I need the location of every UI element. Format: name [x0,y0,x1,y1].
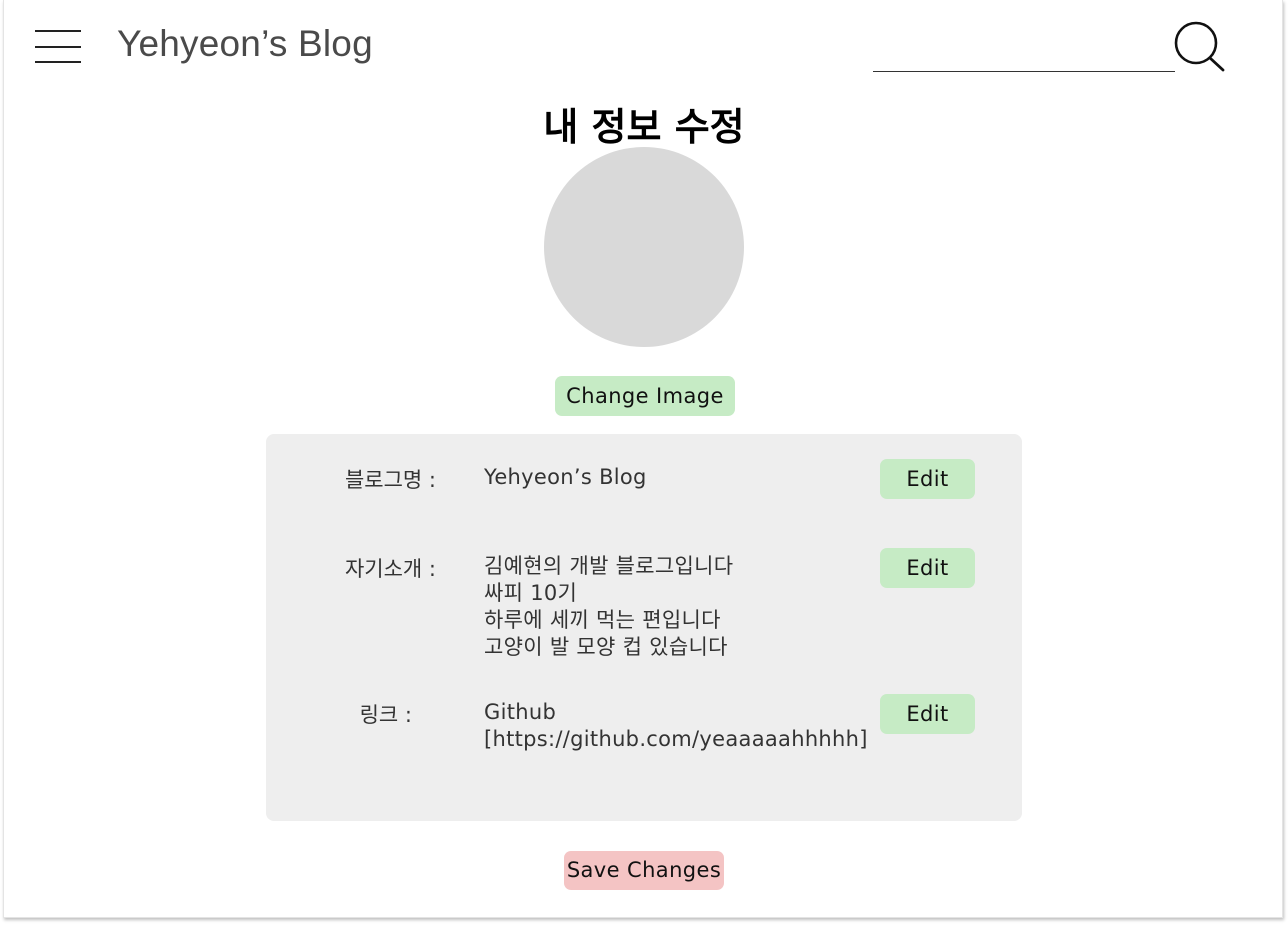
menu-line [35,30,81,32]
link-label: 링크 : [359,703,412,727]
intro-line: 고양이 발 모양 컵 있습니다 [484,635,728,659]
edit-blog-name-button[interactable]: Edit [880,459,975,499]
save-changes-button[interactable]: Save Changes [564,851,724,890]
hamburger-menu-icon[interactable] [35,30,81,64]
blog-name-text: Yehyeon’s Blog [484,465,647,489]
site-title[interactable]: Yehyeon’s Blog [117,23,373,65]
blog-name-value: Yehyeon’s Blog [484,464,647,491]
intro-line: 김예현의 개발 블로그입니다 [484,554,734,578]
intro-line: 하루에 세끼 먹는 편입니다 [484,608,721,632]
link-line: Github [484,700,557,724]
search-icon[interactable] [1170,20,1226,74]
search-input[interactable] [873,40,1175,72]
intro-value: 김예현의 개발 블로그입니다 싸피 10기 하루에 세끼 먹는 편입니다 고양이… [484,553,733,661]
menu-line [35,61,81,63]
intro-line: 싸피 10기 [484,581,578,605]
blog-name-label: 블로그명 : [344,468,436,492]
menu-line [35,46,81,48]
edit-intro-button[interactable]: Edit [880,548,975,588]
avatar [544,147,744,347]
page-title: 내 정보 수정 [543,105,745,149]
intro-label: 자기소개 : [344,557,436,581]
link-url[interactable]: [https://github.com/yeaaaaahhhhh] [484,726,868,753]
change-image-button[interactable]: Change Image [555,376,735,416]
edit-link-button[interactable]: Edit [880,694,975,734]
link-value: Github [https://github.com/yeaaaaahhhhh] [484,699,868,753]
